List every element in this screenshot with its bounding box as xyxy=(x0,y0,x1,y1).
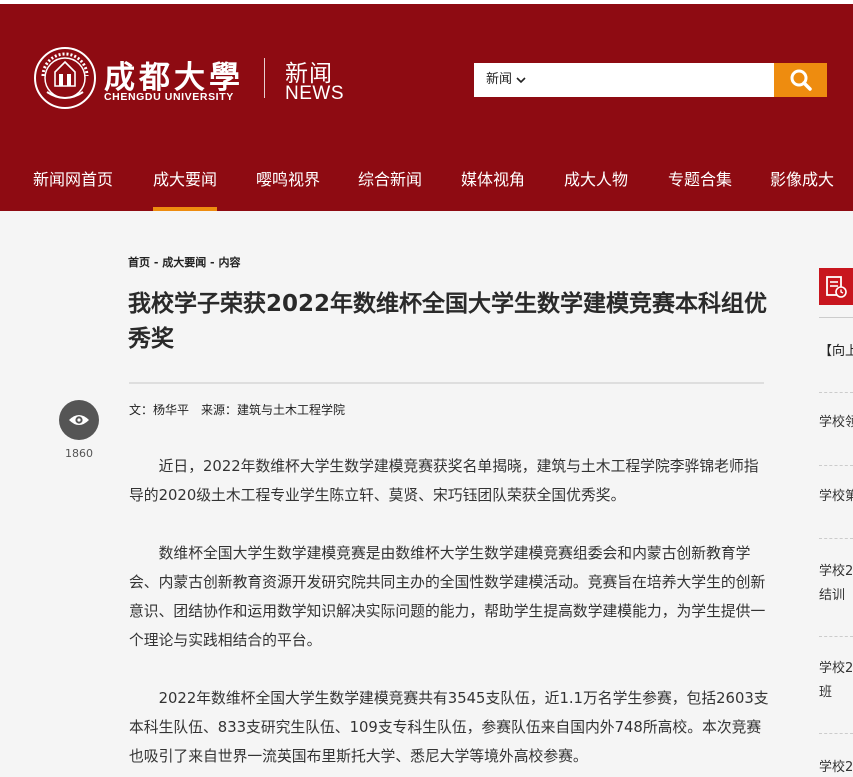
sidebar-separator xyxy=(819,733,853,734)
eye-icon xyxy=(69,415,89,425)
nav-item-gallery[interactable]: 影像成大 xyxy=(770,166,834,211)
section-title-en: NEWS xyxy=(285,83,344,104)
sidebar-separator xyxy=(819,392,853,393)
university-seal-icon[interactable] xyxy=(33,46,97,110)
article-title: 我校学子荣获2022年数维杯全国大学生数学建模竞赛本科组优秀奖 xyxy=(128,291,768,352)
main-nav: 新闻网首页 成大要闻 嘤鸣视界 综合新闻 媒体视角 成大人物 专题合集 影像成大 xyxy=(0,166,853,211)
sidebar-separator xyxy=(819,636,853,637)
search-button[interactable] xyxy=(774,63,827,97)
brand-divider xyxy=(264,58,265,98)
nav-item-people[interactable]: 成大人物 xyxy=(564,166,628,211)
related-news-icon xyxy=(819,268,853,305)
breadcrumb[interactable]: 首页 - 成大要闻 - 内容 xyxy=(128,254,240,270)
title-divider xyxy=(129,382,764,384)
nav-item-topics[interactable]: 专题合集 xyxy=(668,166,732,211)
sidebar-divider xyxy=(819,317,853,318)
search-scope-value: 新闻 xyxy=(486,72,513,87)
article-paragraph: 2022年数维杯全国大学生数学建模竞赛共有3545支队伍，近1.1万名学生参赛，… xyxy=(129,690,769,765)
search-scope-select[interactable]: 新闻 xyxy=(486,63,526,97)
sidebar-separator xyxy=(819,465,853,466)
nav-item-general-news[interactable]: 综合新闻 xyxy=(358,166,422,211)
university-name-en: CHENGDU UNIVERSITY xyxy=(104,91,234,103)
sidebar-link[interactable]: 学校领 xyxy=(819,411,853,435)
article-meta: 文：杨华平 来源：建筑与土木工程学院 xyxy=(129,403,346,417)
article-paragraph: 近日，2022年数维杯大学生数学建模竞赛获奖名单揭晓，建筑与土木工程学院李骅锦老… xyxy=(129,458,759,504)
search-bar: 新闻 xyxy=(474,63,827,97)
nav-item-media[interactable]: 媒体视角 xyxy=(461,166,525,211)
sidebar-link[interactable]: 学校2 班 xyxy=(819,657,853,705)
nav-item-home[interactable]: 新闻网首页 xyxy=(33,166,113,211)
views-count: 1860 xyxy=(65,447,93,460)
article-paragraph: 数维杯全国大学生数学建模竞赛是由数维杯大学生数学建模竞赛组委会和内蒙古创新教育学… xyxy=(129,545,766,649)
chevron-down-icon xyxy=(516,77,526,84)
article-body: 近日，2022年数维杯大学生数学建模竞赛获奖名单揭晓，建筑与土木工程学院李骅锦老… xyxy=(129,452,770,777)
search-input[interactable] xyxy=(544,67,769,93)
nav-item-yingming[interactable]: 嘤鸣视界 xyxy=(256,166,320,211)
sidebar-link[interactable]: 学校第 xyxy=(819,485,853,509)
views-badge xyxy=(59,400,99,440)
nav-item-cdu-news[interactable]: 成大要闻 xyxy=(153,166,218,211)
sidebar-link[interactable]: 学校2 结训 xyxy=(819,560,853,608)
search-icon xyxy=(790,69,812,91)
sidebar-separator xyxy=(819,538,853,539)
sidebar-heading: 【向上 xyxy=(819,344,853,359)
sidebar-link[interactable]: 学校2 xyxy=(819,756,853,777)
